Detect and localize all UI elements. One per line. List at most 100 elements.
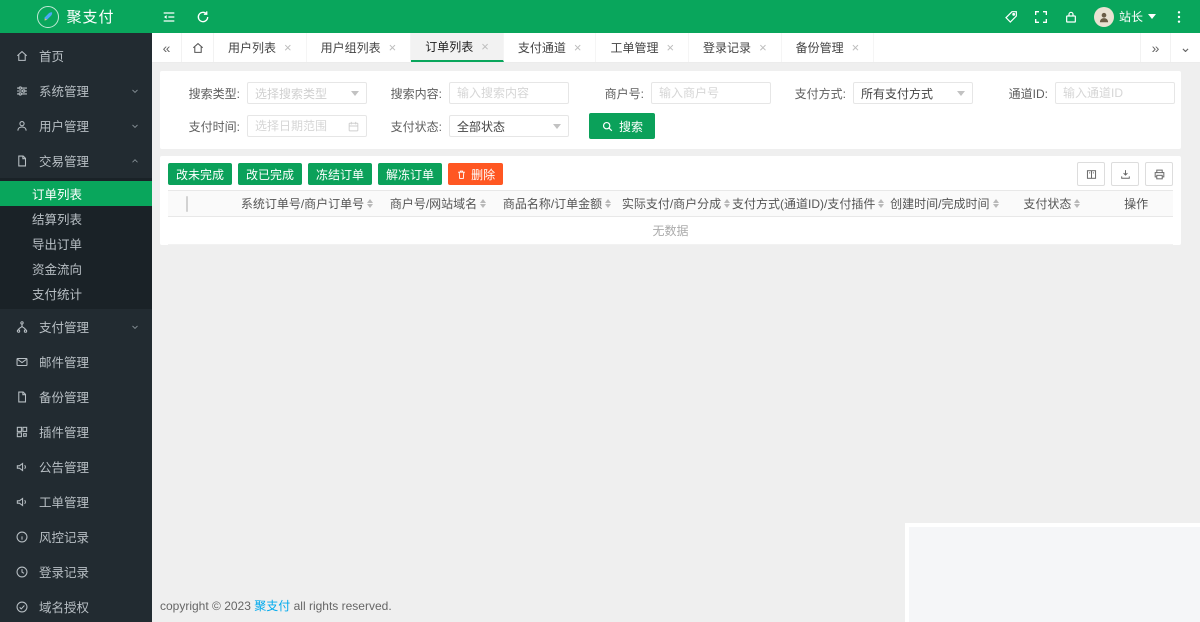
close-icon[interactable]: × (574, 41, 582, 54)
column-header: 实际支付/商户分成 (621, 197, 722, 211)
tabs-scroll-right-icon[interactable]: » (1140, 33, 1170, 62)
rocket-logo-icon (37, 5, 60, 28)
fullscreen-icon[interactable] (1026, 0, 1056, 33)
search-content-label: 搜索内容: (390, 86, 442, 101)
brand-name: 聚支付 (66, 9, 115, 26)
export-icon[interactable] (1111, 162, 1139, 186)
tab-work-order[interactable]: 工单管理 × (596, 33, 690, 62)
sidebar-item-label: 交易管理 (39, 155, 90, 169)
lock-screen-icon[interactable] (1056, 0, 1086, 33)
footer-brand-link[interactable]: 聚支付 (254, 599, 290, 613)
close-icon[interactable]: × (759, 41, 767, 54)
close-icon[interactable]: × (389, 41, 397, 54)
table-header-row: 系统订单号/商户订单号 商户号/网站域名 商品名称/订单金额 实际支付/商户分成… (168, 190, 1173, 217)
close-icon[interactable]: × (852, 41, 860, 54)
user-menu[interactable]: 站长 (1086, 6, 1164, 27)
sidebar-item-users[interactable]: 用户管理 (0, 108, 152, 143)
sort-icon[interactable] (992, 199, 999, 208)
delete-button[interactable]: 删除 (448, 163, 504, 185)
tab-backup[interactable]: 备份管理 × (782, 33, 875, 62)
close-icon[interactable]: × (284, 41, 292, 54)
chevron-down-icon (130, 322, 140, 332)
search-button[interactable]: 搜索 (589, 113, 656, 139)
mark-finished-button[interactable]: 改已完成 (238, 163, 303, 185)
tab-pay-channel[interactable]: 支付通道 × (504, 33, 597, 62)
tab-order-list[interactable]: 订单列表 × (411, 33, 504, 62)
tab-user-group-list[interactable]: 用户组列表 × (307, 33, 412, 62)
sort-icon[interactable] (878, 199, 885, 208)
tab-label: 用户列表 (228, 41, 277, 55)
sidebar-item-mail[interactable]: 邮件管理 (0, 344, 152, 379)
brand-logo[interactable]: 聚支付 (0, 5, 152, 28)
sidebar-item-system[interactable]: 系统管理 (0, 73, 152, 108)
chevron-up-icon (130, 156, 140, 166)
columns-toggle-icon[interactable] (1077, 162, 1105, 186)
sidebar-subitem-fund-flow[interactable]: 资金流向 (0, 256, 152, 281)
tab-login-log[interactable]: 登录记录 × (689, 33, 782, 62)
trade-submenu: 订单列表 结算列表 导出订单 资金流向 支付统计 (0, 178, 152, 309)
close-icon[interactable]: × (666, 41, 674, 54)
merchant-no-input[interactable] (652, 83, 770, 103)
sort-icon[interactable] (480, 199, 487, 208)
column-header: 操作 (1124, 197, 1149, 211)
column-header: 创建时间/完成时间 (890, 197, 990, 211)
tabs-menu-icon[interactable]: ⌄ (1170, 33, 1200, 62)
sidebar-item-backup[interactable]: 备份管理 (0, 379, 152, 414)
chevron-down-icon (1148, 14, 1156, 19)
tab-label: 工单管理 (610, 41, 659, 55)
mark-unfinished-button[interactable]: 改未完成 (168, 163, 233, 185)
sidebar-toggle-icon[interactable] (152, 0, 186, 33)
sidebar-item-workorder[interactable]: 工单管理 (0, 484, 152, 519)
search-button-label: 搜索 (619, 119, 644, 134)
page-content: 搜索类型: 选择搜索类型 搜索内容: 商户号: (152, 63, 1200, 622)
sidebar-item-payment[interactable]: 支付管理 (0, 309, 152, 344)
tab-label: 备份管理 (795, 41, 844, 55)
channel-id-label: 通道ID: (1008, 86, 1048, 101)
tabs-scroll-left-icon[interactable]: « (152, 33, 182, 62)
empty-data-text: 无数据 (168, 216, 1173, 245)
calendar-icon (347, 120, 360, 133)
sidebar-item-domain-auth[interactable]: 域名授权 (0, 589, 152, 622)
sort-icon[interactable] (1074, 199, 1081, 208)
subitem-label: 资金流向 (32, 263, 83, 277)
merchant-no-label: 商户号: (604, 86, 644, 101)
refresh-icon[interactable] (186, 0, 220, 33)
tab-user-list[interactable]: 用户列表 × (214, 33, 307, 62)
search-content-input[interactable] (450, 83, 568, 103)
freeze-order-button[interactable]: 冻结订单 (308, 163, 373, 185)
sidebar-item-home[interactable]: 首页 (0, 38, 152, 73)
channel-id-input[interactable] (1056, 83, 1174, 103)
trash-icon (456, 169, 467, 180)
tab-label: 支付通道 (517, 41, 566, 55)
search-filter-panel: 搜索类型: 选择搜索类型 搜索内容: 商户号: (160, 71, 1181, 149)
search-icon (601, 120, 614, 133)
sidebar-item-label: 首页 (39, 50, 65, 64)
print-icon[interactable] (1145, 162, 1173, 186)
more-menu-icon[interactable] (1164, 0, 1194, 33)
sidebar-subitem-settle-list[interactable]: 结算列表 (0, 206, 152, 231)
sidebar-item-label: 支付管理 (39, 321, 90, 335)
sort-icon[interactable] (605, 199, 612, 208)
empty-data-row: 无数据 (168, 216, 1173, 245)
pay-status-select[interactable]: 全部状态 (449, 115, 569, 137)
sidebar-subitem-pay-stats[interactable]: 支付统计 (0, 281, 152, 306)
sidebar-subitem-export-orders[interactable]: 导出订单 (0, 231, 152, 256)
sidebar-item-login-log[interactable]: 登录记录 (0, 554, 152, 589)
close-icon[interactable]: × (481, 40, 489, 53)
sort-icon[interactable] (724, 199, 731, 208)
sort-icon[interactable] (367, 199, 374, 208)
unfreeze-order-button[interactable]: 解冻订单 (378, 163, 443, 185)
sidebar-subitem-order-list[interactable]: 订单列表 (0, 181, 152, 206)
sidebar-item-risk-log[interactable]: 风控记录 (0, 519, 152, 554)
sidebar-item-label: 风控记录 (39, 531, 90, 545)
search-type-select[interactable]: 选择搜索类型 (247, 82, 367, 104)
pay-method-select[interactable]: 所有支付方式 (853, 82, 973, 104)
sidebar-item-plugins[interactable]: 插件管理 (0, 414, 152, 449)
sidebar-item-announcement[interactable]: 公告管理 (0, 449, 152, 484)
tag-icon[interactable] (996, 0, 1026, 33)
sidebar-item-trade[interactable]: 交易管理 (0, 143, 152, 178)
copyright-footer: copyright © 2023 聚支付 all rights reserved… (160, 597, 392, 614)
tab-home[interactable] (182, 33, 214, 62)
select-all-checkbox[interactable] (186, 195, 188, 212)
table-toolbar: 改未完成 改已完成 冻结订单 解冻订单 删除 (168, 161, 1173, 190)
